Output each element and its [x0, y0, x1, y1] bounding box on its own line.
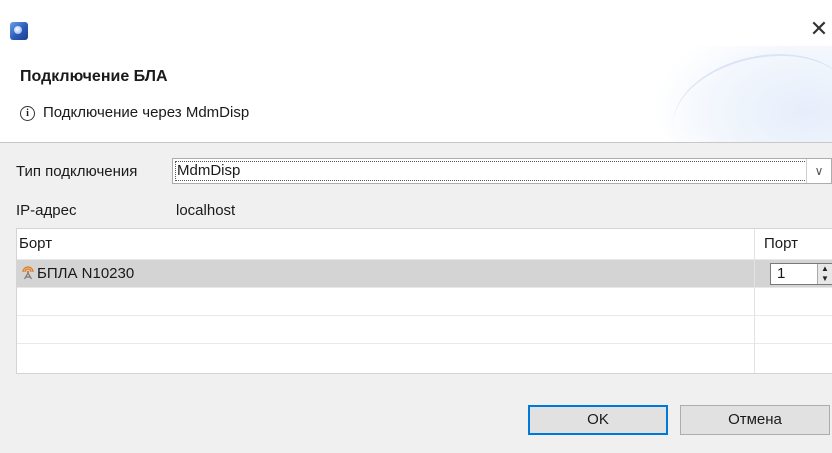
- title-bar: ✕: [0, 0, 832, 46]
- connection-type-label: Тип подключения: [16, 163, 138, 180]
- close-button[interactable]: ✕: [806, 14, 832, 44]
- info-icon: i: [20, 106, 35, 121]
- row-board-cell: БПЛА N10230: [21, 265, 134, 282]
- focus-rect: [175, 161, 807, 181]
- port-value: 1: [777, 265, 786, 282]
- ok-button[interactable]: OK: [528, 405, 668, 435]
- spinner-buttons: ▲ ▼: [817, 264, 832, 284]
- table-row[interactable]: [17, 343, 832, 371]
- connection-type-select[interactable]: MdmDisp ∨: [172, 158, 832, 184]
- boards-table: Борт Порт БПЛА N10230 1 ▲ ▼: [16, 228, 832, 374]
- row-board-name: БПЛА N10230: [37, 265, 135, 282]
- chevron-down-icon[interactable]: ∨: [806, 159, 831, 183]
- spinner-down-icon[interactable]: ▼: [818, 274, 832, 284]
- connection-type-value: MdmDisp: [177, 162, 241, 179]
- column-divider: [754, 229, 755, 373]
- header-separator: [0, 142, 832, 143]
- column-header-port[interactable]: Порт: [762, 229, 798, 259]
- cancel-button[interactable]: Отмена: [680, 405, 830, 435]
- dialog-header: Подключение БЛА i Подключение через MdmDi…: [0, 46, 832, 142]
- ip-label: IP-адрес: [16, 202, 77, 219]
- dialog-title: Подключение БЛА: [20, 68, 168, 85]
- satellite-antenna-icon: [22, 266, 34, 280]
- table-row[interactable]: БПЛА N10230 1 ▲ ▼: [17, 259, 832, 287]
- app-icon: [10, 22, 28, 40]
- port-spinner[interactable]: 1 ▲ ▼: [770, 263, 832, 285]
- ip-value: localhost: [176, 202, 236, 219]
- info-message: i Подключение через MdmDisp: [20, 104, 249, 121]
- column-header-board[interactable]: Борт: [17, 229, 52, 259]
- table-row[interactable]: [17, 315, 832, 343]
- table-row[interactable]: [17, 287, 832, 315]
- info-message-text: Подключение через MdmDisp: [43, 104, 250, 121]
